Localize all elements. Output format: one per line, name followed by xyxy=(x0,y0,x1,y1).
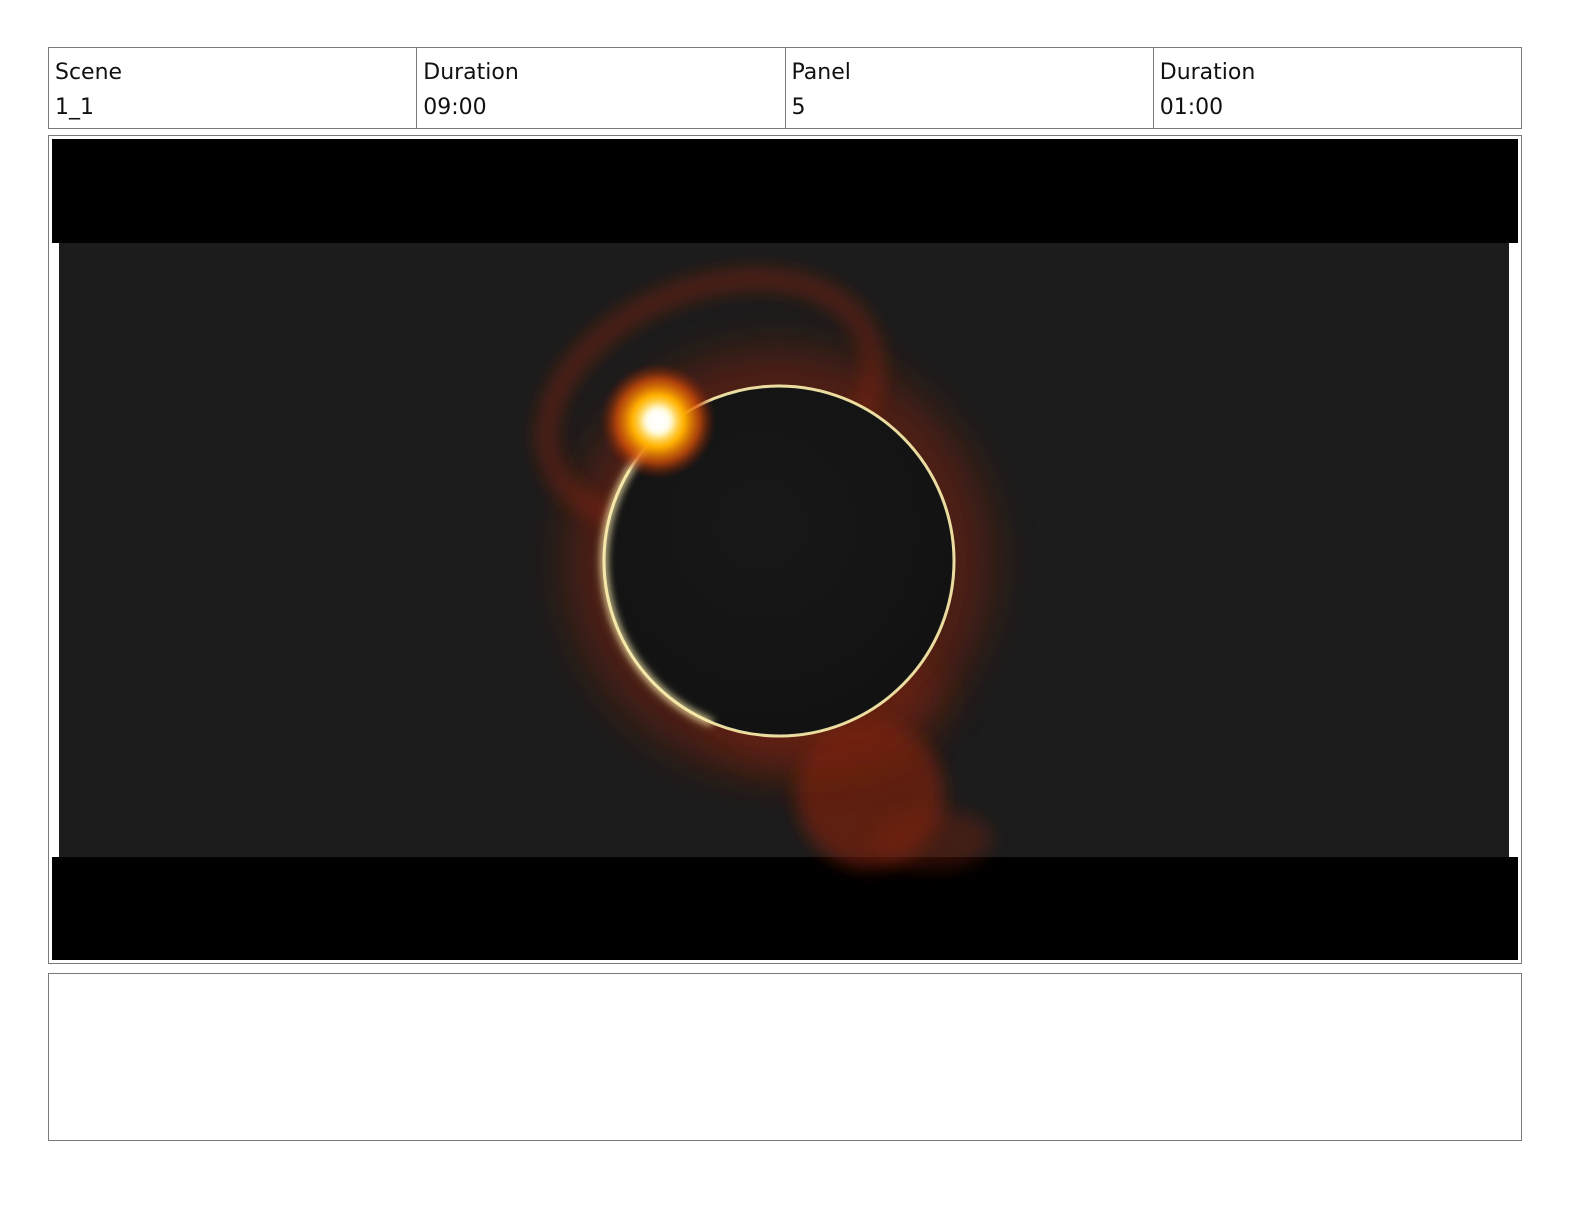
letterbox-top xyxy=(52,139,1518,243)
sun-flare-core xyxy=(644,407,672,435)
scene-duration-value[interactable]: 09:00 xyxy=(423,90,778,125)
eclipse-panel-image xyxy=(52,139,1518,960)
panel-cell: Panel 5 xyxy=(786,48,1154,128)
scene-value[interactable]: 1_1 xyxy=(55,90,410,125)
storyboard-panel-frame[interactable] xyxy=(48,135,1522,964)
scene-cell: Scene 1_1 xyxy=(49,48,418,128)
panel-duration-label: Duration xyxy=(1159,60,1256,85)
panel-value[interactable]: 5 xyxy=(792,90,1147,125)
panel-duration-value[interactable]: 01:00 xyxy=(1160,90,1515,125)
panel-notes-text[interactable] xyxy=(49,974,1521,990)
scene-duration-cell: Duration 09:00 xyxy=(417,48,786,128)
panel-info-table: Scene 1_1 Duration 09:00 Panel 5 Duratio… xyxy=(48,47,1522,129)
scene-label: Scene xyxy=(55,60,123,85)
panel-label: Panel xyxy=(791,60,851,85)
letterbox-bottom xyxy=(52,857,1518,960)
scene-duration-label: Duration xyxy=(423,60,519,85)
panel-notes-box[interactable] xyxy=(48,973,1522,1141)
panel-duration-cell: Duration 01:00 xyxy=(1154,48,1521,128)
